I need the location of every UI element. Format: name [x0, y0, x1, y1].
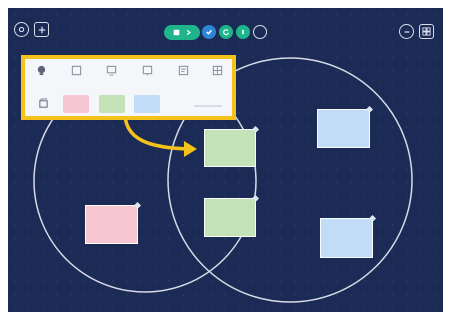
add-frame-button[interactable] [34, 22, 49, 37]
chat-icon [404, 30, 409, 33]
chevron-right-icon [186, 29, 191, 36]
sticky-note-green-overlap-bottom[interactable] [204, 194, 260, 237]
card-tool-icon[interactable] [106, 65, 117, 76]
settings-icon [18, 26, 25, 33]
sticky-note-pill-icon [173, 29, 179, 36]
timer-circle-icon [242, 29, 244, 35]
board-view-button[interactable] [419, 24, 434, 39]
note-tool-icon[interactable] [71, 65, 82, 76]
add-note-icon[interactable] [38, 98, 49, 109]
board-view-icon [422, 27, 431, 36]
note-color-pink[interactable] [63, 95, 89, 113]
note-color-blue[interactable] [134, 95, 160, 113]
timer-button[interactable] [236, 25, 250, 39]
grid-tool-icon[interactable] [212, 65, 223, 76]
add-content-panel [21, 55, 236, 120]
add-frame-icon [38, 26, 45, 33]
text-tool-icon[interactable] [178, 65, 189, 76]
refresh-circle-icon [223, 29, 229, 36]
settings-button[interactable] [14, 22, 29, 37]
refresh-button[interactable] [219, 25, 233, 39]
note-color-green[interactable] [99, 95, 125, 113]
visibility-button[interactable] [253, 25, 267, 39]
sticky-note-blue-right-bottom[interactable] [320, 214, 377, 258]
check-circle-icon [206, 29, 212, 35]
sticky-note-pink-left[interactable] [85, 201, 142, 244]
whiteboard-canvas[interactable] [8, 8, 443, 312]
panel-divider [194, 105, 222, 107]
chart-tool-icon[interactable] [142, 65, 153, 76]
chat-button[interactable] [399, 24, 414, 39]
sticky-note-mode-button[interactable] [164, 25, 200, 40]
sticky-note-blue-right-top[interactable] [317, 105, 374, 148]
check-button[interactable] [202, 25, 216, 39]
shape-tool-icon[interactable] [36, 65, 47, 76]
sticky-note-green-overlap-top[interactable] [204, 125, 260, 167]
